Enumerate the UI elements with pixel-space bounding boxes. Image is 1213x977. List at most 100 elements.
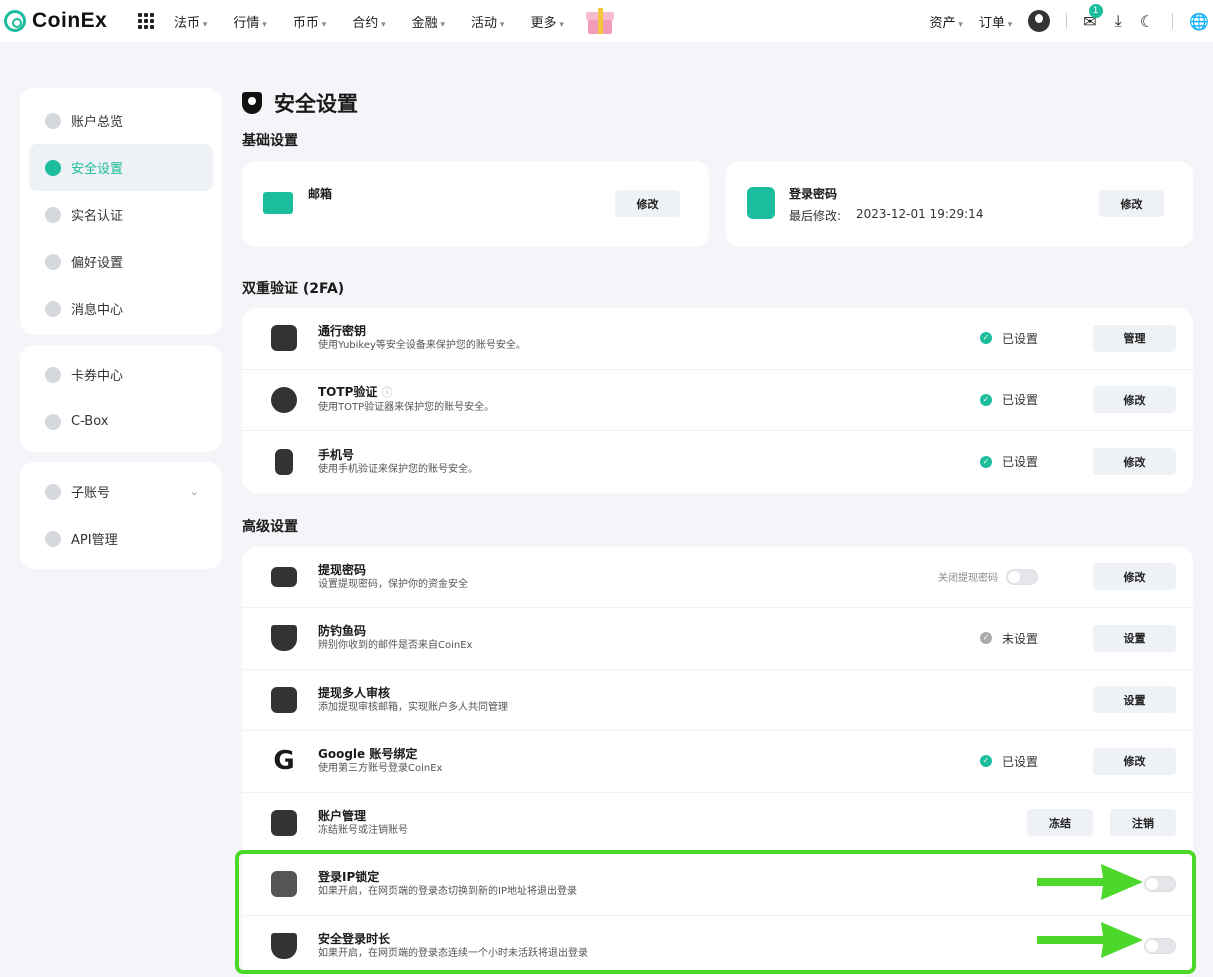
anti-phishing-status: ✓ 未设置 bbox=[979, 630, 1038, 647]
page-title: 安全设置 bbox=[242, 87, 1193, 119]
coinex-logo-icon bbox=[4, 10, 26, 32]
download-icon[interactable]: ⤓ bbox=[1115, 11, 1122, 31]
nav-fiat[interactable]: 法币 bbox=[174, 12, 207, 31]
withdraw-password-toggle[interactable] bbox=[1006, 568, 1038, 585]
passkey-lock-icon bbox=[271, 325, 297, 352]
section-title-advanced: 高级设置 bbox=[242, 518, 298, 535]
top-right-nav: 资产 订单 ✉1 ⤓ ☾ 🌐 bbox=[929, 0, 1213, 42]
withdraw-password-title: 提现密码 bbox=[318, 562, 367, 577]
sidebar-item-cbox[interactable]: C-Box bbox=[29, 398, 213, 445]
sidebar-item-security[interactable]: 安全设置 bbox=[29, 144, 213, 191]
password-label: 登录密码 bbox=[789, 187, 838, 201]
email-label: 邮箱 bbox=[308, 187, 333, 201]
divider bbox=[1172, 13, 1174, 29]
passkey-status: ✓ 已设置 bbox=[979, 330, 1038, 347]
anti-phishing-row: 防钓鱼码 辨别你收到的邮件是否来自CoinEx ✓ 未设置 设置 bbox=[242, 608, 1193, 670]
passkey-title: 通行密钥 bbox=[318, 324, 367, 339]
message-count-badge: 1 bbox=[1088, 3, 1103, 18]
sidebar-item-preferences[interactable]: 偏好设置 bbox=[29, 238, 213, 285]
anti-phishing-set-button[interactable]: 设置 bbox=[1093, 624, 1176, 652]
nav-spot[interactable]: 币币 bbox=[293, 12, 326, 31]
sidebar-group-subaccounts: 子账号 ⌄ API管理 bbox=[20, 462, 222, 569]
nav-activity[interactable]: 活动 bbox=[471, 12, 504, 31]
brand-name: CoinEx bbox=[32, 9, 108, 32]
email-card: 邮箱 修改 bbox=[242, 161, 709, 247]
check-icon: ✓ bbox=[979, 455, 992, 468]
shield-icon bbox=[45, 159, 61, 176]
section-title-2fa: 双重验证 (2FA) bbox=[242, 281, 345, 297]
shield-icon bbox=[242, 92, 262, 114]
nav-futures[interactable]: 合约 bbox=[352, 12, 385, 31]
lock-icon bbox=[747, 187, 775, 219]
totp-status: ✓ 已设置 bbox=[979, 391, 1038, 408]
nav-assets[interactable]: 资产 bbox=[929, 12, 962, 31]
google-icon: G bbox=[273, 746, 295, 777]
message-icon bbox=[45, 300, 61, 317]
id-card-icon bbox=[45, 206, 61, 223]
sidebar-item-messages[interactable]: 消息中心 bbox=[29, 285, 213, 332]
sidebar-item-overview[interactable]: 账户总览 bbox=[29, 97, 213, 144]
anti-phishing-title: 防钓鱼码 bbox=[318, 624, 367, 639]
chevron-down-icon: ⌄ bbox=[189, 485, 199, 498]
phone-desc: 使用手机验证来保护您的账号安全。 bbox=[318, 463, 478, 475]
multi-approval-row: 提现多人审核 添加提现审核邮箱，实现账户多人共同管理 设置 bbox=[242, 670, 1193, 731]
phone-title: 手机号 bbox=[318, 447, 355, 462]
passkey-row: 通行密钥 使用Yubikey等安全设备来保护您的账号安全。 ✓ 已设置 管理 bbox=[242, 308, 1193, 370]
google-row: G Google 账号绑定 使用第三方账号登录CoinEx ✓ 已设置 修改 bbox=[242, 731, 1193, 793]
totp-desc: 使用TOTP验证器来保护您的账号安全。 bbox=[318, 402, 495, 414]
nav-orders[interactable]: 订单 bbox=[979, 12, 1012, 31]
withdraw-password-desc: 设置提现密码，保护你的资金安全 bbox=[318, 578, 468, 590]
sidebar-item-api[interactable]: API管理 bbox=[29, 515, 213, 562]
sidebar-item-subaccount[interactable]: 子账号 ⌄ bbox=[29, 468, 213, 515]
freeze-account-button[interactable]: 冻结 bbox=[1027, 809, 1093, 837]
nav-finance[interactable]: 金融 bbox=[412, 12, 445, 31]
main-nav: 法币 行情 币币 合约 金融 活动 更多 bbox=[174, 12, 590, 31]
settings-icon bbox=[45, 253, 61, 270]
message-icon[interactable]: ✉ 1 bbox=[1083, 3, 1103, 31]
phone-modify-button[interactable]: 修改 bbox=[1093, 448, 1176, 476]
passkey-manage-button[interactable]: 管理 bbox=[1093, 324, 1176, 352]
totp-icon bbox=[271, 386, 297, 413]
top-navbar: CoinEx 法币 行情 币币 合约 金融 活动 更多 资产 订单 ✉1 ⤓ ☾… bbox=[0, 0, 1213, 42]
multi-approval-title: 提现多人审核 bbox=[318, 685, 391, 700]
sidebar-group-account: 账户总览 安全设置 实名认证 偏好设置 消息中心 bbox=[20, 88, 222, 335]
account-manage-icon bbox=[271, 809, 297, 836]
totp-modify-button[interactable]: 修改 bbox=[1093, 386, 1176, 414]
cancel-account-button[interactable]: 注销 bbox=[1110, 809, 1176, 837]
review-icon bbox=[271, 686, 297, 713]
sidebar-item-kyc[interactable]: 实名认证 bbox=[29, 191, 213, 238]
nav-more[interactable]: 更多 bbox=[530, 12, 563, 31]
password-last-modified-label: 最后修改: bbox=[789, 209, 842, 223]
nav-markets[interactable]: 行情 bbox=[233, 12, 266, 31]
card-icon bbox=[271, 566, 297, 587]
phone-status: ✓ 已设置 bbox=[979, 453, 1038, 470]
check-icon: ✓ bbox=[979, 755, 992, 768]
dark-mode-icon[interactable]: ☾ bbox=[1140, 12, 1154, 31]
password-card: 登录密码 最后修改: 2023-12-01 19:29:14 修改 bbox=[726, 161, 1193, 247]
sidebar-item-coupons[interactable]: 卡券中心 bbox=[29, 351, 213, 398]
language-globe-icon[interactable]: 🌐 bbox=[1189, 12, 1209, 31]
gift-icon[interactable] bbox=[585, 6, 614, 36]
apps-grid-icon[interactable] bbox=[138, 13, 154, 29]
section-title-basic: 基础设置 bbox=[242, 133, 298, 149]
coinex-logo[interactable]: CoinEx bbox=[4, 9, 132, 33]
totp-row: TOTP验证 ⓘ 使用TOTP验证器来保护您的账号安全。 ✓ 已设置 修改 bbox=[242, 370, 1193, 431]
email-modify-button[interactable]: 修改 bbox=[615, 190, 680, 217]
password-modify-button[interactable]: 修改 bbox=[1099, 190, 1164, 217]
totp-title: TOTP验证 ⓘ bbox=[318, 385, 393, 400]
basic-settings: 邮箱 修改 登录密码 最后修改: 2023-12-01 19:29:14 修改 bbox=[242, 161, 1193, 247]
api-icon bbox=[45, 530, 61, 547]
check-icon: ✓ bbox=[979, 332, 992, 345]
phone-row: 手机号 使用手机验证来保护您的账号安全。 ✓ 已设置 修改 bbox=[242, 431, 1193, 493]
google-modify-button[interactable]: 修改 bbox=[1093, 747, 1176, 775]
account-management-row: 账户管理 冻结账号或注销账号 冻结 注销 bbox=[242, 793, 1193, 854]
multi-approval-desc: 添加提现审核邮箱，实现账户多人共同管理 bbox=[318, 701, 508, 713]
highlight-arrow-icon bbox=[1037, 864, 1143, 900]
multi-approval-set-button[interactable]: 设置 bbox=[1093, 686, 1176, 714]
user-avatar[interactable] bbox=[1028, 10, 1051, 32]
highlight-arrow-icon bbox=[1037, 922, 1143, 958]
withdraw-password-modify-button[interactable]: 修改 bbox=[1093, 563, 1176, 591]
help-icon[interactable]: ⓘ bbox=[382, 386, 393, 399]
divider bbox=[1066, 13, 1068, 29]
withdraw-toggle-label: 关闭提现密码 bbox=[938, 573, 998, 585]
